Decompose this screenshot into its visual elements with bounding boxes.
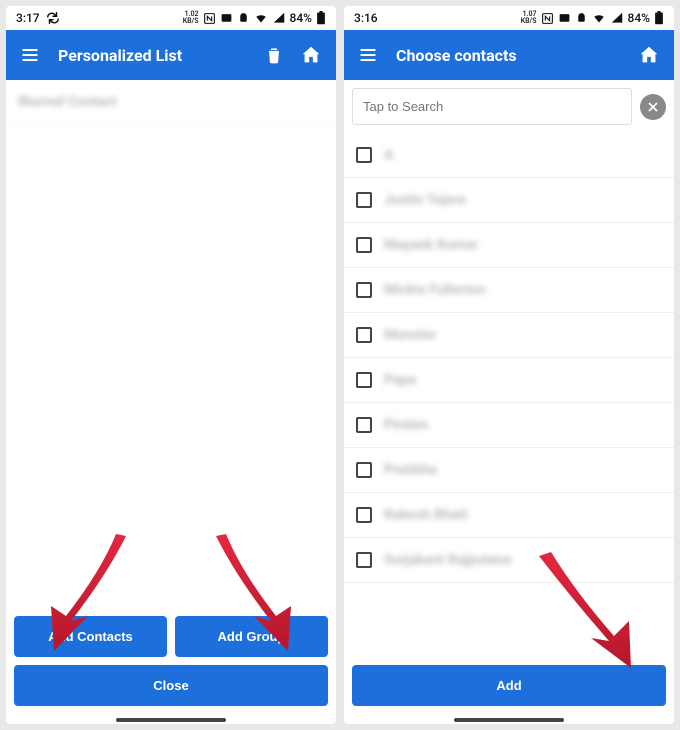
checkbox[interactable] — [356, 372, 372, 388]
checkbox[interactable] — [356, 417, 372, 433]
wifi-icon — [592, 11, 606, 25]
contact-name: Rakesh Bhatt — [384, 507, 468, 523]
home-icon[interactable] — [638, 44, 660, 66]
contact-name: Mayank Kumar — [384, 237, 478, 253]
status-battery-pct: 84% — [628, 11, 650, 25]
nfc-icon — [541, 12, 554, 25]
hamburger-icon[interactable] — [358, 45, 378, 65]
cast-icon — [558, 12, 571, 25]
hamburger-icon[interactable] — [20, 45, 40, 65]
android-icon — [237, 12, 250, 25]
battery-icon — [316, 11, 326, 25]
checkbox[interactable] — [356, 327, 372, 343]
contact-row[interactable]: Pirates — [344, 403, 674, 448]
contact-name: Mickie Fullerton — [384, 282, 486, 298]
list-area: Blurred Contact — [6, 80, 336, 608]
checkbox[interactable] — [356, 192, 372, 208]
contact-row[interactable]: Justin Tejera — [344, 178, 674, 223]
contact-row[interactable]: Rakesh Bhatt — [344, 493, 674, 538]
contact-row[interactable]: Pratibha — [344, 448, 674, 493]
contact-name: Justin Tejera — [384, 192, 465, 208]
battery-icon — [654, 11, 664, 25]
add-contacts-button[interactable]: Add Contacts — [14, 616, 167, 657]
status-time: 3:16 — [354, 11, 378, 25]
contact-row[interactable]: Papa — [344, 358, 674, 403]
status-battery-pct: 84% — [290, 11, 312, 25]
gesture-bar — [116, 718, 226, 722]
contact-name: Papa — [384, 372, 416, 388]
status-time: 3:17 — [16, 11, 40, 25]
contact-name: Pirates — [384, 417, 429, 433]
checkbox[interactable] — [356, 507, 372, 523]
app-bar: Choose contacts — [344, 30, 674, 80]
gesture-bar — [454, 718, 564, 722]
contact-row[interactable]: Mickie Fullerton — [344, 268, 674, 313]
checkbox[interactable] — [356, 147, 372, 163]
add-group-button[interactable]: Add Group — [175, 616, 328, 657]
contact-name: Surjakant Rajputana — [384, 552, 511, 568]
status-bar: 3:16 1.07 KB/S 84% — [344, 6, 674, 30]
checkbox[interactable] — [356, 462, 372, 478]
android-icon — [575, 12, 588, 25]
sync-icon — [46, 11, 60, 25]
signal-icon — [272, 11, 286, 25]
phone-right: 3:16 1.07 KB/S 84% Choose contacts — [344, 6, 674, 724]
contact-row[interactable]: Mayank Kumar — [344, 223, 674, 268]
cast-icon — [220, 12, 233, 25]
contact-row[interactable]: Surjakant Rajputana — [344, 538, 674, 583]
contact-row[interactable]: A — [344, 133, 674, 178]
checkbox[interactable] — [356, 282, 372, 298]
close-icon — [646, 100, 660, 114]
contact-name: Pratibha — [384, 462, 437, 478]
checkbox[interactable] — [356, 237, 372, 253]
app-bar: Personalized List — [6, 30, 336, 80]
status-net: 1.02 KB/S — [183, 11, 199, 25]
search-row — [344, 80, 674, 133]
trash-icon[interactable] — [264, 45, 284, 65]
status-net: 1.07 KB/S — [521, 11, 537, 25]
home-icon[interactable] — [300, 44, 322, 66]
bottom-button-bar: Add Contacts Add Group Close — [6, 608, 336, 714]
phone-left: 3:17 1.02 KB/S 84% Personalized List — [6, 6, 336, 724]
checkbox[interactable] — [356, 552, 372, 568]
contact-name: A — [384, 147, 393, 163]
status-bar: 3:17 1.02 KB/S 84% — [6, 6, 336, 30]
page-title: Choose contacts — [396, 46, 517, 65]
page-title: Personalized List — [58, 46, 182, 65]
bottom-button-bar: Add — [344, 657, 674, 714]
list-item[interactable]: Blurred Contact — [6, 80, 336, 125]
close-button[interactable]: Close — [14, 665, 328, 706]
wifi-icon — [254, 11, 268, 25]
contact-list[interactable]: A Justin Tejera Mayank Kumar Mickie Fullert… — [344, 133, 674, 657]
search-input[interactable] — [352, 88, 632, 125]
clear-search-button[interactable] — [640, 94, 666, 120]
add-button[interactable]: Add — [352, 665, 666, 706]
nfc-icon — [203, 12, 216, 25]
contact-name: Munster — [384, 327, 437, 343]
contact-row[interactable]: Munster — [344, 313, 674, 358]
signal-icon — [610, 11, 624, 25]
